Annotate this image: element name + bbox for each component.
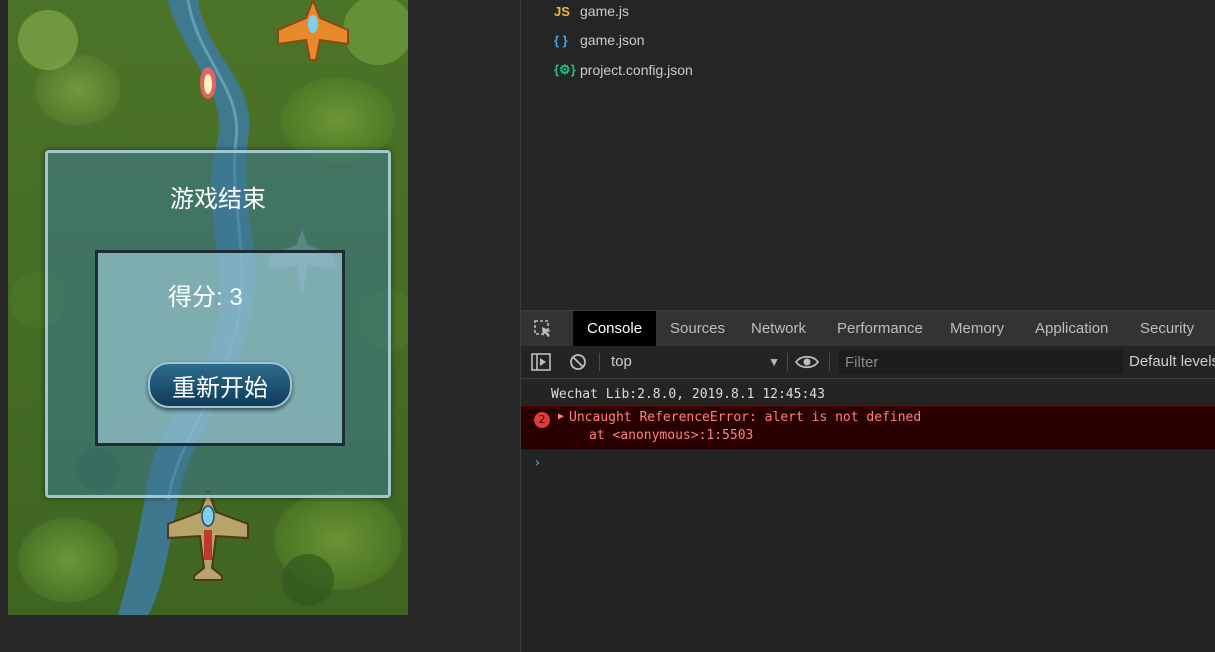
console-log-line: Wechat Lib:2.8.0, 2019.8.1 12:45:43: [521, 384, 1215, 407]
tab-network[interactable]: Network: [737, 311, 820, 346]
expand-triangle-icon[interactable]: ▶: [558, 411, 564, 422]
file-name: project.config.json: [580, 62, 693, 78]
log-text: Wechat Lib:2.8.0, 2019.8.1 12:45:43: [551, 387, 825, 402]
game-canvas[interactable]: 游戏结束 得分: 3 重新开始: [8, 0, 408, 615]
sidebar-toggle-icon[interactable]: [531, 353, 551, 371]
tab-console[interactable]: Console: [573, 311, 657, 346]
error-message: Uncaught ReferenceError: alert is not de…: [569, 410, 922, 425]
context-value: top: [611, 353, 632, 370]
json-file-icon: { }: [554, 32, 568, 48]
log-levels-dropdown[interactable]: Default levels: [1129, 350, 1215, 374]
missile-icon: [200, 67, 216, 99]
enemy-plane-icon: [277, 0, 349, 61]
toolbar-divider: [787, 353, 788, 371]
tab-performance[interactable]: Performance: [823, 311, 937, 346]
tab-security[interactable]: Security: [1126, 311, 1208, 346]
devtools-tabbar: Console Sources Network Performance Memo…: [521, 310, 1215, 347]
inspect-element-icon[interactable]: [533, 319, 553, 339]
devtools-panel: Console Sources Network Performance Memo…: [520, 310, 1215, 652]
file-tree: JS game.js { } game.json {⚙} project.con…: [520, 0, 897, 310]
context-select[interactable]: top ▼: [605, 350, 786, 374]
clear-console-icon[interactable]: [569, 353, 587, 371]
tab-memory[interactable]: Memory: [936, 311, 1018, 346]
file-name: game.js: [580, 3, 630, 19]
game-simulator: 游戏结束 得分: 3 重新开始: [0, 0, 520, 652]
config-file-icon: {⚙}: [554, 62, 576, 77]
eye-icon[interactable]: [795, 354, 819, 370]
restart-button[interactable]: 重新开始: [148, 362, 292, 408]
js-file-icon: JS: [554, 3, 570, 19]
file-name: game.json: [580, 32, 645, 48]
toolbar-divider: [599, 353, 600, 371]
console-toolbar: top ▼ Default levels: [521, 346, 1215, 379]
editor-area: [896, 0, 1215, 310]
tab-sources[interactable]: Sources: [656, 311, 739, 346]
console-prompt[interactable]: ›: [533, 455, 541, 471]
score-panel: 得分: 3 重新开始: [95, 250, 345, 446]
toolbar-divider: [829, 353, 830, 371]
game-over-dialog: 游戏结束 得分: 3 重新开始: [45, 150, 391, 498]
tab-application[interactable]: Application: [1021, 311, 1122, 346]
file-item-game-json[interactable]: { } game.json: [554, 29, 645, 51]
player-plane-icon: [167, 490, 249, 581]
file-item-game-js[interactable]: JS game.js: [554, 0, 629, 22]
filter-input[interactable]: [839, 350, 1123, 374]
chevron-down-icon: ▼: [768, 355, 780, 369]
game-over-title: 游戏结束: [170, 186, 266, 213]
error-stack[interactable]: at <anonymous>:1:5503: [589, 428, 753, 443]
console-error-line: 2 ▶ Uncaught ReferenceError: alert is no…: [521, 406, 1215, 450]
file-item-project-config[interactable]: {⚙} project.config.json: [554, 59, 693, 81]
score-label: 得分: 3: [168, 284, 243, 311]
error-count-badge: 2: [534, 412, 550, 428]
